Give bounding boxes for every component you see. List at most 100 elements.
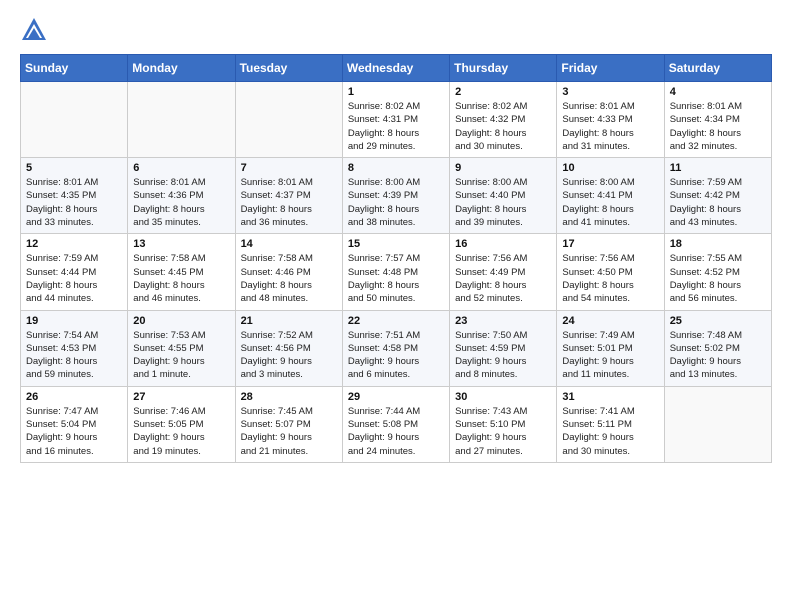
day-info: Sunrise: 7:49 AM Sunset: 5:01 PM Dayligh…: [562, 329, 658, 382]
calendar-cell: 28Sunrise: 7:45 AM Sunset: 5:07 PM Dayli…: [235, 386, 342, 462]
day-info: Sunrise: 8:01 AM Sunset: 4:33 PM Dayligh…: [562, 100, 658, 153]
day-number: 24: [562, 315, 658, 327]
day-info: Sunrise: 7:58 AM Sunset: 4:45 PM Dayligh…: [133, 252, 229, 305]
week-row-2: 5 Sunrise: 8:01 AM Sunset: 4:35 PM Daylig…: [21, 158, 772, 234]
day-number: 23: [455, 315, 551, 327]
day-info: Sunrise: 7:57 AM Sunset: 4:48 PM Dayligh…: [348, 252, 444, 305]
day-info: Sunrise: 7:43 AM Sunset: 5:10 PM Dayligh…: [455, 405, 551, 458]
week-row-5: 26 Sunrise: 7:47 AM Sunset: 5:04 PM Dayli…: [21, 386, 772, 462]
day-info: Sunrise: 8:01 AM Sunset: 4:37 PM Dayligh…: [241, 176, 337, 229]
day-info: Sunrise: 7:54 AM Sunset: 4:53 PM Dayligh…: [26, 329, 122, 382]
day-info: Sunrise: 8:02 AM Sunset: 4:31 PM Dayligh…: [348, 100, 444, 153]
day-info: Sunrise: 7:47 AM Sunset: 5:04 PM Dayligh…: [26, 405, 122, 458]
calendar-cell: 20 Sunrise: 7:53 AM Sunset: 4:55 PM Dayli…: [128, 310, 235, 386]
day-number: 5: [26, 162, 122, 174]
week-row-1: 1Sunrise: 8:02 AM Sunset: 4:31 PM Daylig…: [21, 82, 772, 158]
calendar-cell: 7 Sunrise: 8:01 AM Sunset: 4:37 PM Daylig…: [235, 158, 342, 234]
header: [20, 16, 772, 44]
day-info: Sunrise: 7:59 AM Sunset: 4:42 PM Dayligh…: [670, 176, 766, 229]
day-info: Sunrise: 8:00 AM Sunset: 4:39 PM Dayligh…: [348, 176, 444, 229]
day-number: 4: [670, 86, 766, 98]
day-info: Sunrise: 7:53 AM Sunset: 4:55 PM Dayligh…: [133, 329, 229, 382]
day-number: 17: [562, 238, 658, 250]
calendar-cell: 6Sunrise: 8:01 AM Sunset: 4:36 PM Daylig…: [128, 158, 235, 234]
calendar-cell: [664, 386, 771, 462]
day-number: 2: [455, 86, 551, 98]
day-info: Sunrise: 8:02 AM Sunset: 4:32 PM Dayligh…: [455, 100, 551, 153]
day-number: 14: [241, 238, 337, 250]
day-number: 7: [241, 162, 337, 174]
day-number: 15: [348, 238, 444, 250]
logo: [20, 16, 52, 44]
weekday-header-wednesday: Wednesday: [342, 55, 449, 82]
day-info: Sunrise: 7:41 AM Sunset: 5:11 PM Dayligh…: [562, 405, 658, 458]
calendar-cell: [128, 82, 235, 158]
day-info: Sunrise: 7:58 AM Sunset: 4:46 PM Dayligh…: [241, 252, 337, 305]
day-info: Sunrise: 7:56 AM Sunset: 4:50 PM Dayligh…: [562, 252, 658, 305]
day-number: 25: [670, 315, 766, 327]
calendar-cell: 14 Sunrise: 7:58 AM Sunset: 4:46 PM Dayli…: [235, 234, 342, 310]
day-info: Sunrise: 8:01 AM Sunset: 4:35 PM Dayligh…: [26, 176, 122, 229]
calendar-cell: 22 Sunrise: 7:51 AM Sunset: 4:58 PM Dayli…: [342, 310, 449, 386]
weekday-header-thursday: Thursday: [450, 55, 557, 82]
calendar-cell: 18 Sunrise: 7:55 AM Sunset: 4:52 PM Dayli…: [664, 234, 771, 310]
day-number: 12: [26, 238, 122, 250]
logo-icon: [20, 16, 48, 44]
day-info: Sunrise: 7:46 AM Sunset: 5:05 PM Dayligh…: [133, 405, 229, 458]
calendar-cell: 8 Sunrise: 8:00 AM Sunset: 4:39 PM Daylig…: [342, 158, 449, 234]
calendar-cell: 31 Sunrise: 7:41 AM Sunset: 5:11 PM Dayli…: [557, 386, 664, 462]
day-number: 21: [241, 315, 337, 327]
day-info: Sunrise: 7:44 AM Sunset: 5:08 PM Dayligh…: [348, 405, 444, 458]
calendar-cell: 12 Sunrise: 7:59 AM Sunset: 4:44 PM Dayli…: [21, 234, 128, 310]
day-number: 29: [348, 391, 444, 403]
week-row-3: 12 Sunrise: 7:59 AM Sunset: 4:44 PM Dayli…: [21, 234, 772, 310]
day-number: 8: [348, 162, 444, 174]
day-number: 27: [133, 391, 229, 403]
day-number: 16: [455, 238, 551, 250]
day-number: 9: [455, 162, 551, 174]
calendar-cell: 24 Sunrise: 7:49 AM Sunset: 5:01 PM Dayli…: [557, 310, 664, 386]
calendar-cell: 30 Sunrise: 7:43 AM Sunset: 5:10 PM Dayli…: [450, 386, 557, 462]
day-info: Sunrise: 7:55 AM Sunset: 4:52 PM Dayligh…: [670, 252, 766, 305]
calendar-cell: 10 Sunrise: 8:00 AM Sunset: 4:41 PM Dayli…: [557, 158, 664, 234]
day-info: Sunrise: 8:01 AM Sunset: 4:34 PM Dayligh…: [670, 100, 766, 153]
day-number: 30: [455, 391, 551, 403]
day-info: Sunrise: 7:56 AM Sunset: 4:49 PM Dayligh…: [455, 252, 551, 305]
weekday-header-friday: Friday: [557, 55, 664, 82]
day-number: 31: [562, 391, 658, 403]
day-number: 22: [348, 315, 444, 327]
calendar-cell: 13 Sunrise: 7:58 AM Sunset: 4:45 PM Dayli…: [128, 234, 235, 310]
calendar-cell: 9 Sunrise: 8:00 AM Sunset: 4:40 PM Daylig…: [450, 158, 557, 234]
weekday-header-tuesday: Tuesday: [235, 55, 342, 82]
calendar-cell: 17 Sunrise: 7:56 AM Sunset: 4:50 PM Dayli…: [557, 234, 664, 310]
calendar-cell: 29 Sunrise: 7:44 AM Sunset: 5:08 PM Dayli…: [342, 386, 449, 462]
day-number: 10: [562, 162, 658, 174]
day-number: 11: [670, 162, 766, 174]
calendar-cell: [235, 82, 342, 158]
day-info: Sunrise: 8:00 AM Sunset: 4:41 PM Dayligh…: [562, 176, 658, 229]
calendar-cell: 26 Sunrise: 7:47 AM Sunset: 5:04 PM Dayli…: [21, 386, 128, 462]
calendar-cell: 2 Sunrise: 8:02 AM Sunset: 4:32 PM Daylig…: [450, 82, 557, 158]
weekday-header-saturday: Saturday: [664, 55, 771, 82]
calendar-cell: 19 Sunrise: 7:54 AM Sunset: 4:53 PM Dayli…: [21, 310, 128, 386]
calendar-cell: 21 Sunrise: 7:52 AM Sunset: 4:56 PM Dayli…: [235, 310, 342, 386]
calendar-cell: 4 Sunrise: 8:01 AM Sunset: 4:34 PM Daylig…: [664, 82, 771, 158]
calendar-cell: 11 Sunrise: 7:59 AM Sunset: 4:42 PM Dayli…: [664, 158, 771, 234]
day-number: 26: [26, 391, 122, 403]
day-info: Sunrise: 7:59 AM Sunset: 4:44 PM Dayligh…: [26, 252, 122, 305]
calendar-cell: 1Sunrise: 8:02 AM Sunset: 4:31 PM Daylig…: [342, 82, 449, 158]
calendar-cell: 5 Sunrise: 8:01 AM Sunset: 4:35 PM Daylig…: [21, 158, 128, 234]
day-info: Sunrise: 7:51 AM Sunset: 4:58 PM Dayligh…: [348, 329, 444, 382]
day-info: Sunrise: 7:52 AM Sunset: 4:56 PM Dayligh…: [241, 329, 337, 382]
day-number: 18: [670, 238, 766, 250]
day-info: Sunrise: 7:50 AM Sunset: 4:59 PM Dayligh…: [455, 329, 551, 382]
day-number: 13: [133, 238, 229, 250]
day-number: 3: [562, 86, 658, 98]
page: SundayMondayTuesdayWednesdayThursdayFrid…: [0, 0, 792, 483]
weekday-header-monday: Monday: [128, 55, 235, 82]
calendar-cell: 3 Sunrise: 8:01 AM Sunset: 4:33 PM Daylig…: [557, 82, 664, 158]
day-info: Sunrise: 8:00 AM Sunset: 4:40 PM Dayligh…: [455, 176, 551, 229]
calendar-cell: 16 Sunrise: 7:56 AM Sunset: 4:49 PM Dayli…: [450, 234, 557, 310]
day-number: 20: [133, 315, 229, 327]
day-number: 19: [26, 315, 122, 327]
